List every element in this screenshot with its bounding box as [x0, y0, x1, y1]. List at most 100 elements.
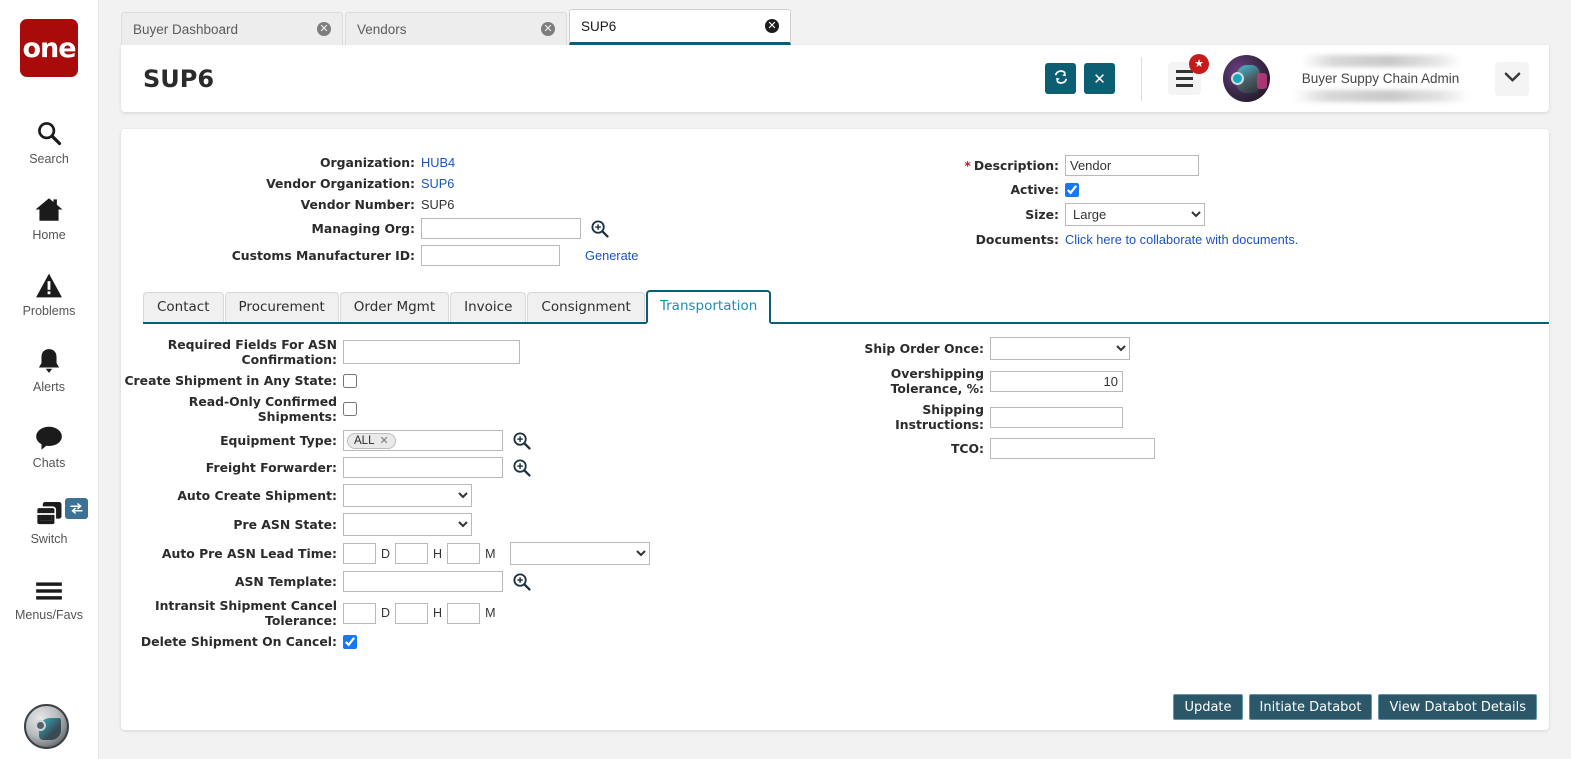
pre-asn-state-select[interactable] — [343, 513, 472, 536]
overshipping-tolerance-input[interactable] — [990, 371, 1123, 392]
close-circle-icon[interactable]: ✕ — [317, 22, 331, 36]
detail-card: Organization: HUB4 Vendor Organization: … — [121, 129, 1549, 730]
lead-time-hours-input[interactable] — [395, 543, 428, 564]
browser-tab-label: Vendors — [357, 22, 541, 37]
sidebar-item-problems[interactable]: Problems — [0, 254, 98, 330]
form-tab-bar: Contact Procurement Order Mgmt Invoice C… — [143, 290, 1549, 324]
browser-tab-vendors[interactable]: Vendors ✕ — [345, 12, 567, 45]
sidebar-item-alerts[interactable]: Alerts — [0, 330, 98, 406]
browser-tab-buyer-dashboard[interactable]: Buyer Dashboard ✕ — [121, 12, 343, 45]
initiate-databot-button[interactable]: Initiate Databot — [1249, 694, 1373, 720]
generate-link[interactable]: Generate — [585, 248, 638, 263]
browser-tab-strip: Buyer Dashboard ✕ Vendors ✕ SUP6 ✕ — [99, 0, 1571, 45]
sidebar-item-menus-favs[interactable]: Menus/Favs — [0, 558, 98, 634]
tab-contact[interactable]: Contact — [143, 292, 224, 322]
auto-create-shipment-select[interactable] — [343, 484, 472, 507]
sidebar-item-switch[interactable]: Switch — [0, 482, 98, 558]
ship-order-once-select[interactable] — [990, 337, 1130, 360]
chip-close-icon[interactable]: ✕ — [379, 434, 388, 447]
readonly-confirmed-shipments-checkbox[interactable] — [343, 402, 357, 416]
star-badge-icon[interactable]: ★ — [1189, 54, 1209, 74]
tab-transportation[interactable]: Transportation — [646, 290, 771, 324]
intransit-hours-input[interactable] — [395, 603, 428, 624]
header-actions: ✕ ★ Buyer Suppy Chain Admin — [1045, 55, 1529, 102]
user-menu-button[interactable] — [1495, 62, 1529, 96]
tab-consignment[interactable]: Consignment — [527, 292, 644, 322]
transportation-left-column: Required Fields For ASN Confirmation: Cr… — [121, 337, 835, 730]
auto-create-shipment-label: Auto Create Shipment: — [121, 488, 343, 503]
documents-label: Documents: — [835, 232, 1065, 247]
view-databot-details-button[interactable]: View Databot Details — [1378, 694, 1537, 720]
lead-time-days-input[interactable] — [343, 543, 376, 564]
close-button[interactable]: ✕ — [1084, 63, 1115, 94]
vendor-info-section: Organization: HUB4 Vendor Organization: … — [121, 129, 1549, 272]
user-block: Buyer Suppy Chain Admin — [1288, 55, 1473, 102]
shipping-instructions-input[interactable] — [990, 407, 1123, 428]
managing-org-label: Managing Org: — [121, 221, 421, 236]
one-logo[interactable]: one — [20, 19, 78, 77]
intransit-days-input[interactable] — [343, 603, 376, 624]
field-vendor-number: Vendor Number: SUP6 — [121, 197, 835, 212]
field-intransit-shipment-cancel-tolerance: Intransit Shipment Cancel Tolerance: D H… — [121, 598, 835, 628]
tab-invoice[interactable]: Invoice — [450, 292, 526, 322]
tco-input[interactable] — [990, 438, 1155, 459]
user-name: Buyer Suppy Chain Admin — [1288, 71, 1473, 86]
sidebar-item-chats[interactable]: Chats — [0, 406, 98, 482]
organization-value-link[interactable]: HUB4 — [421, 155, 455, 170]
update-button[interactable]: Update — [1173, 694, 1242, 720]
equipment-type-chip-label: ALL — [354, 435, 374, 447]
close-circle-icon[interactable]: ✕ — [765, 19, 779, 33]
active-checkbox[interactable] — [1065, 183, 1079, 197]
databot-avatar-icon[interactable] — [24, 704, 69, 749]
required-fields-asn-input[interactable] — [343, 340, 520, 364]
ship-order-once-label: Ship Order Once: — [835, 341, 990, 356]
browser-tab-label: Buyer Dashboard — [133, 22, 317, 37]
user-redacted-line-top — [1301, 55, 1461, 67]
field-delete-shipment-on-cancel: Delete Shipment On Cancel: — [121, 634, 835, 649]
hamburger-icon-line — [1176, 84, 1193, 87]
sidebar-item-search[interactable]: Search — [0, 102, 98, 178]
managing-org-input[interactable] — [421, 218, 581, 239]
customs-manufacturer-id-label: Customs Manufacturer ID: — [121, 248, 421, 263]
field-freight-forwarder: Freight Forwarder: — [121, 457, 835, 478]
customs-manufacturer-id-input[interactable] — [421, 245, 560, 266]
field-create-shipment-any-state: Create Shipment in Any State: — [121, 373, 835, 388]
vendor-info-left-column: Organization: HUB4 Vendor Organization: … — [121, 155, 835, 272]
tab-order-mgmt[interactable]: Order Mgmt — [340, 292, 449, 322]
chat-icon — [34, 419, 64, 451]
overshipping-tolerance-label: Overshipping Tolerance, %: — [835, 366, 990, 396]
intransit-minutes-input[interactable] — [447, 603, 480, 624]
search-magnifier-icon[interactable] — [511, 431, 531, 451]
swap-arrows-icon[interactable] — [65, 498, 88, 519]
vendor-organization-value-link[interactable]: SUP6 — [421, 176, 454, 191]
delete-shipment-on-cancel-checkbox[interactable] — [343, 635, 357, 649]
search-magnifier-icon[interactable] — [511, 458, 531, 478]
vendor-number-value: SUP6 — [421, 197, 454, 212]
sidebar-item-home[interactable]: Home — [0, 178, 98, 254]
asn-template-input[interactable] — [343, 571, 503, 592]
freight-forwarder-input[interactable] — [343, 457, 503, 478]
lead-time-minutes-input[interactable] — [447, 543, 480, 564]
create-shipment-any-state-checkbox[interactable] — [343, 374, 357, 388]
size-select[interactable]: Large — [1065, 203, 1205, 226]
lead-time-select[interactable] — [510, 542, 650, 565]
description-input[interactable] — [1065, 155, 1199, 176]
tab-procurement[interactable]: Procurement — [225, 292, 339, 322]
header-menu-wrap: ★ — [1168, 62, 1201, 95]
refresh-button[interactable] — [1045, 63, 1076, 94]
sidebar-item-label: Chats — [33, 456, 66, 470]
close-circle-icon[interactable]: ✕ — [541, 22, 555, 36]
user-avatar-icon[interactable] — [1223, 55, 1270, 102]
field-pre-asn-state: Pre ASN State: — [121, 513, 835, 536]
field-managing-org: Managing Org: — [121, 218, 835, 239]
field-customs-manufacturer-id: Customs Manufacturer ID: Generate — [121, 245, 835, 266]
search-magnifier-icon[interactable] — [589, 219, 609, 239]
lead-time-days-unit: D — [381, 547, 390, 561]
equipment-type-input[interactable]: ALL ✕ — [343, 430, 503, 451]
transportation-panel: Required Fields For ASN Confirmation: Cr… — [121, 324, 1549, 730]
search-magnifier-icon[interactable] — [511, 572, 531, 592]
documents-collaborate-link[interactable]: Click here to collaborate with documents… — [1065, 232, 1298, 247]
browser-tab-sup6[interactable]: SUP6 ✕ — [569, 9, 791, 45]
field-shipping-instructions: Shipping Instructions: — [835, 402, 1549, 432]
field-size: Size: Large — [835, 203, 1549, 226]
